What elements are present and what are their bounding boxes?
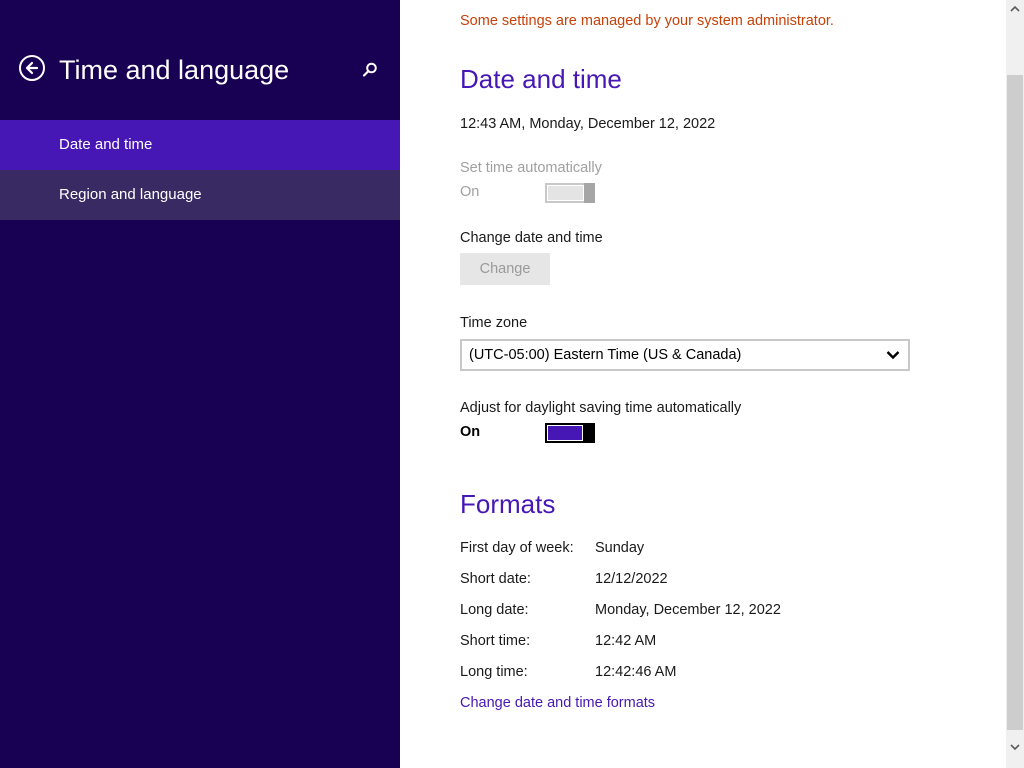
format-value-long-date: Monday, December 12, 2022: [595, 602, 781, 618]
time-zone-label: Time zone: [460, 315, 528, 331]
format-key-first-day: First day of week:: [460, 540, 574, 556]
format-key-short-date: Short date:: [460, 571, 531, 587]
daylight-saving-toggle[interactable]: [545, 423, 595, 443]
set-time-automatically-state: On: [460, 184, 480, 200]
time-zone-value: (UTC-05:00) Eastern Time (US & Canada): [469, 347, 742, 363]
admin-managed-notice: Some settings are managed by your system…: [460, 13, 834, 29]
change-date-time-button: Change: [460, 253, 550, 285]
format-key-short-time: Short time:: [460, 633, 531, 649]
daylight-saving-state: On: [460, 424, 481, 440]
format-value-long-time: 12:42:46 AM: [595, 664, 677, 680]
nav-item-region-and-language[interactable]: Region and language: [0, 170, 400, 220]
time-zone-dropdown[interactable]: (UTC-05:00) Eastern Time (US & Canada): [460, 339, 910, 371]
search-icon: [362, 62, 377, 77]
nav-title: Time and language: [59, 55, 290, 85]
chevron-down-icon: [1010, 744, 1020, 751]
nav-item-label: Region and language: [59, 186, 202, 203]
change-date-time-label: Change date and time: [460, 230, 603, 246]
format-value-short-date: 12/12/2022: [595, 571, 668, 587]
format-value-first-day: Sunday: [595, 540, 645, 556]
search-button[interactable]: [360, 60, 380, 80]
toggle-thumb: [583, 423, 595, 443]
format-value-short-time: 12:42 AM: [595, 633, 657, 649]
nav-item-label: Date and time: [59, 136, 153, 153]
daylight-saving-label: Adjust for daylight saving time automati…: [460, 400, 742, 416]
nav-header: Time and language: [0, 0, 400, 120]
formats-heading: Formats: [460, 489, 556, 519]
set-time-automatically-label: Set time automatically: [460, 160, 602, 176]
nav-item-date-and-time[interactable]: Date and time: [0, 120, 400, 170]
current-date-time: 12:43 AM, Monday, December 12, 2022: [460, 116, 716, 132]
set-time-automatically-toggle: [545, 183, 595, 203]
toggle-track: [548, 186, 583, 200]
change-formats-link[interactable]: Change date and time formats: [460, 695, 655, 711]
format-key-long-time: Long time:: [460, 664, 528, 680]
chevron-down-icon: [886, 351, 900, 360]
back-arrow-icon: [25, 61, 39, 75]
format-key-long-date: Long date:: [460, 602, 529, 618]
scrollbar-thumb[interactable]: [1007, 75, 1023, 730]
settings-nav-pane: Time and language Date and time Region a…: [0, 0, 400, 768]
date-time-heading: Date and time: [460, 64, 622, 94]
toggle-thumb: [584, 183, 595, 203]
scroll-up-button[interactable]: [1006, 0, 1024, 18]
toggle-track: [548, 426, 582, 440]
chevron-up-icon: [1010, 5, 1020, 12]
vertical-scrollbar[interactable]: [1006, 0, 1024, 768]
scroll-down-button[interactable]: [1006, 738, 1024, 756]
back-button[interactable]: [19, 55, 45, 81]
settings-content-pane: Some settings are managed by your system…: [400, 0, 1006, 768]
